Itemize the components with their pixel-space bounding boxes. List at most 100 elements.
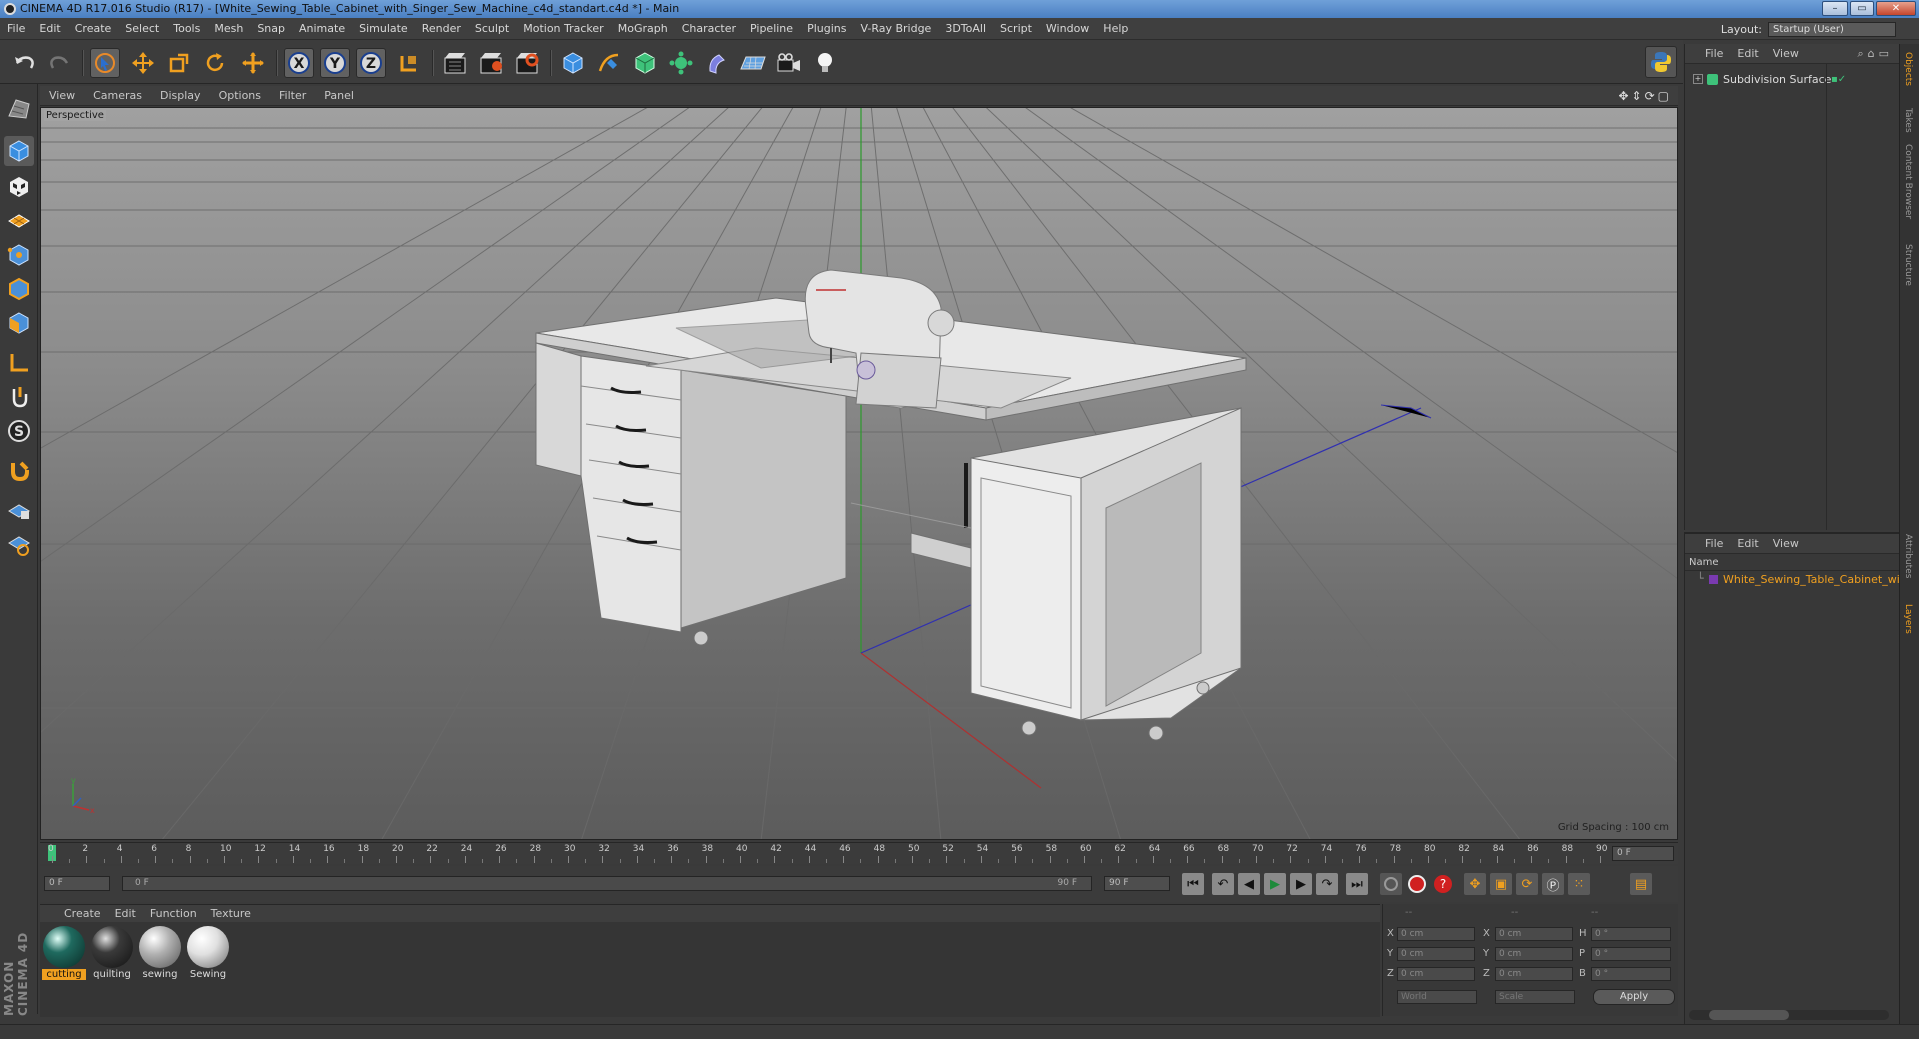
minimize-button[interactable]: – [1822, 1, 1848, 16]
preview-range-slider[interactable]: 0 F 90 F [122, 876, 1092, 891]
viewport-menu-panel[interactable]: Panel [315, 86, 363, 106]
menu-character[interactable]: Character [675, 18, 743, 40]
object-manager-search-icon[interactable]: ⌕⌂▭ [1857, 47, 1893, 61]
cube-primitive-icon[interactable] [558, 48, 588, 78]
coordinate-mode-dropdown[interactable]: World [1397, 990, 1477, 1004]
subdivision-surface-icon[interactable] [630, 48, 660, 78]
undo-icon[interactable] [10, 48, 40, 78]
render-view-icon[interactable] [440, 48, 470, 78]
workplane-lock-icon[interactable] [4, 530, 34, 560]
tab-objects[interactable]: Objects [1903, 52, 1913, 86]
size-mode-dropdown[interactable]: Scale [1495, 990, 1575, 1004]
texture-mode-icon[interactable] [4, 172, 34, 202]
menu-animate[interactable]: Animate [292, 18, 352, 40]
menu-script[interactable]: Script [993, 18, 1039, 40]
menu-window[interactable]: Window [1039, 18, 1096, 40]
menu-mesh[interactable]: Mesh [207, 18, 250, 40]
apply-button[interactable]: Apply [1593, 989, 1675, 1005]
deformer-bend-icon[interactable] [702, 48, 732, 78]
layer-horizontal-scrollbar[interactable] [1689, 1010, 1889, 1020]
tab-layers[interactable]: Layers [1903, 604, 1913, 634]
key-parameter-icon[interactable]: Ⓟ [1542, 873, 1564, 895]
object-menu-file[interactable]: File [1685, 44, 1730, 64]
workplane-mode-icon[interactable] [4, 204, 34, 234]
menu-edit[interactable]: Edit [32, 18, 67, 40]
viewport-menu-filter[interactable]: Filter [270, 86, 315, 106]
maximize-button[interactable]: ▭ [1850, 1, 1874, 16]
render-settings-icon[interactable] [512, 48, 542, 78]
render-to-picture-viewer-icon[interactable] [476, 48, 506, 78]
menu-simulate[interactable]: Simulate [352, 18, 415, 40]
object-menu-view[interactable]: View [1766, 44, 1806, 64]
live-selection-icon[interactable] [90, 48, 120, 78]
menu-snap[interactable]: Snap [250, 18, 292, 40]
previous-frame-icon[interactable]: ◀ [1238, 873, 1260, 895]
tab-content-browser[interactable]: Content Browser [1903, 144, 1913, 219]
object-row-subdivision-surface[interactable]: + Subdivision Surface ▪✓ [1685, 72, 1900, 88]
menu-vray-bridge[interactable]: V-Ray Bridge [853, 18, 938, 40]
viewport-nav-icons[interactable]: ✥⇕⟳▢ [1618, 89, 1672, 103]
menu-help[interactable]: Help [1096, 18, 1135, 40]
make-editable-icon[interactable] [4, 94, 34, 124]
key-scale-icon[interactable]: ▣ [1490, 873, 1512, 895]
menu-pipeline[interactable]: Pipeline [743, 18, 800, 40]
material-swatch[interactable]: cutting [42, 926, 86, 984]
material-menu-create[interactable]: Create [40, 905, 108, 923]
grid-lock-icon[interactable] [4, 494, 34, 524]
edges-mode-icon[interactable] [4, 274, 34, 304]
perspective-viewport[interactable]: Perspective yx Grid Spacing : 100 cm [40, 107, 1678, 840]
camera-icon[interactable] [774, 48, 804, 78]
go-to-end-icon[interactable]: ⏭ [1346, 873, 1368, 895]
tab-attributes[interactable]: Attributes [1903, 534, 1913, 578]
timeline-window-icon[interactable]: ▤ [1630, 873, 1652, 895]
viewport-menu-view[interactable]: View [40, 86, 84, 106]
move-tool-icon[interactable] [128, 48, 158, 78]
viewport-menu-cameras[interactable]: Cameras [84, 86, 151, 106]
floor-environment-icon[interactable] [738, 48, 768, 78]
layout-dropdown[interactable]: Startup (User) [1768, 21, 1896, 37]
axis-mode-icon[interactable] [4, 348, 34, 378]
snap-icon[interactable]: S [4, 416, 34, 446]
y-axis-lock-icon[interactable]: Y [320, 48, 350, 78]
material-menu-texture[interactable]: Texture [204, 905, 258, 923]
autokey-icon[interactable]: ? [1432, 873, 1454, 895]
current-frame-field[interactable]: 0 F [1612, 846, 1674, 861]
menu-render[interactable]: Render [415, 18, 468, 40]
layer-menu-view[interactable]: View [1766, 534, 1806, 554]
layer-row[interactable]: └ White_Sewing_Table_Cabinet_wit [1685, 572, 1904, 588]
next-keyframe-icon[interactable]: ↷ [1316, 873, 1338, 895]
material-swatch[interactable]: sewing [138, 926, 182, 984]
menu-create[interactable]: Create [68, 18, 119, 40]
tweak-mode-icon[interactable] [4, 382, 34, 412]
close-button[interactable]: ✕ [1876, 1, 1916, 16]
object-visibility-icon[interactable]: ▪✓ [1831, 74, 1846, 85]
menu-plugins[interactable]: Plugins [800, 18, 853, 40]
size-y-field[interactable]: 0 cm [1495, 947, 1573, 961]
scale-tool-icon[interactable] [164, 48, 194, 78]
menu-motion-tracker[interactable]: Motion Tracker [516, 18, 610, 40]
rotate-tool-icon[interactable] [200, 48, 230, 78]
start-frame-field[interactable]: 0 F [44, 876, 110, 891]
cloner-icon[interactable] [666, 48, 696, 78]
menu-file[interactable]: File [0, 18, 32, 40]
transform-tool-icon[interactable] [238, 48, 268, 78]
magnet-icon[interactable] [4, 456, 34, 486]
size-z-field[interactable]: 0 cm [1495, 967, 1573, 981]
key-pla-icon[interactable]: ⁙ [1568, 873, 1590, 895]
coordinate-system-icon[interactable] [394, 48, 424, 78]
expand-icon[interactable]: + [1693, 74, 1703, 84]
rotation-p-field[interactable]: 0 ° [1591, 947, 1671, 961]
timeline-ruler[interactable]: 0 2 4 6 8 10 12 14 16 18 20 22 24 26 28 30 32 34 36 38 40 42 4… [40, 842, 1678, 864]
previous-keyframe-icon[interactable]: ↶ [1212, 873, 1234, 895]
viewport-menu-options[interactable]: Options [210, 86, 270, 106]
menu-sculpt[interactable]: Sculpt [468, 18, 516, 40]
motion-record-icon[interactable] [1380, 873, 1402, 895]
material-swatch[interactable]: Sewing [186, 926, 230, 984]
end-frame-field[interactable]: 90 F [1104, 876, 1170, 891]
size-x-field[interactable]: 0 cm [1495, 927, 1573, 941]
tab-takes[interactable]: Takes [1903, 108, 1913, 133]
record-keyframe-icon[interactable] [1406, 873, 1428, 895]
z-axis-lock-icon[interactable]: Z [356, 48, 386, 78]
key-position-icon[interactable]: ✥ [1464, 873, 1486, 895]
menu-3dtoall[interactable]: 3DToAll [938, 18, 993, 40]
